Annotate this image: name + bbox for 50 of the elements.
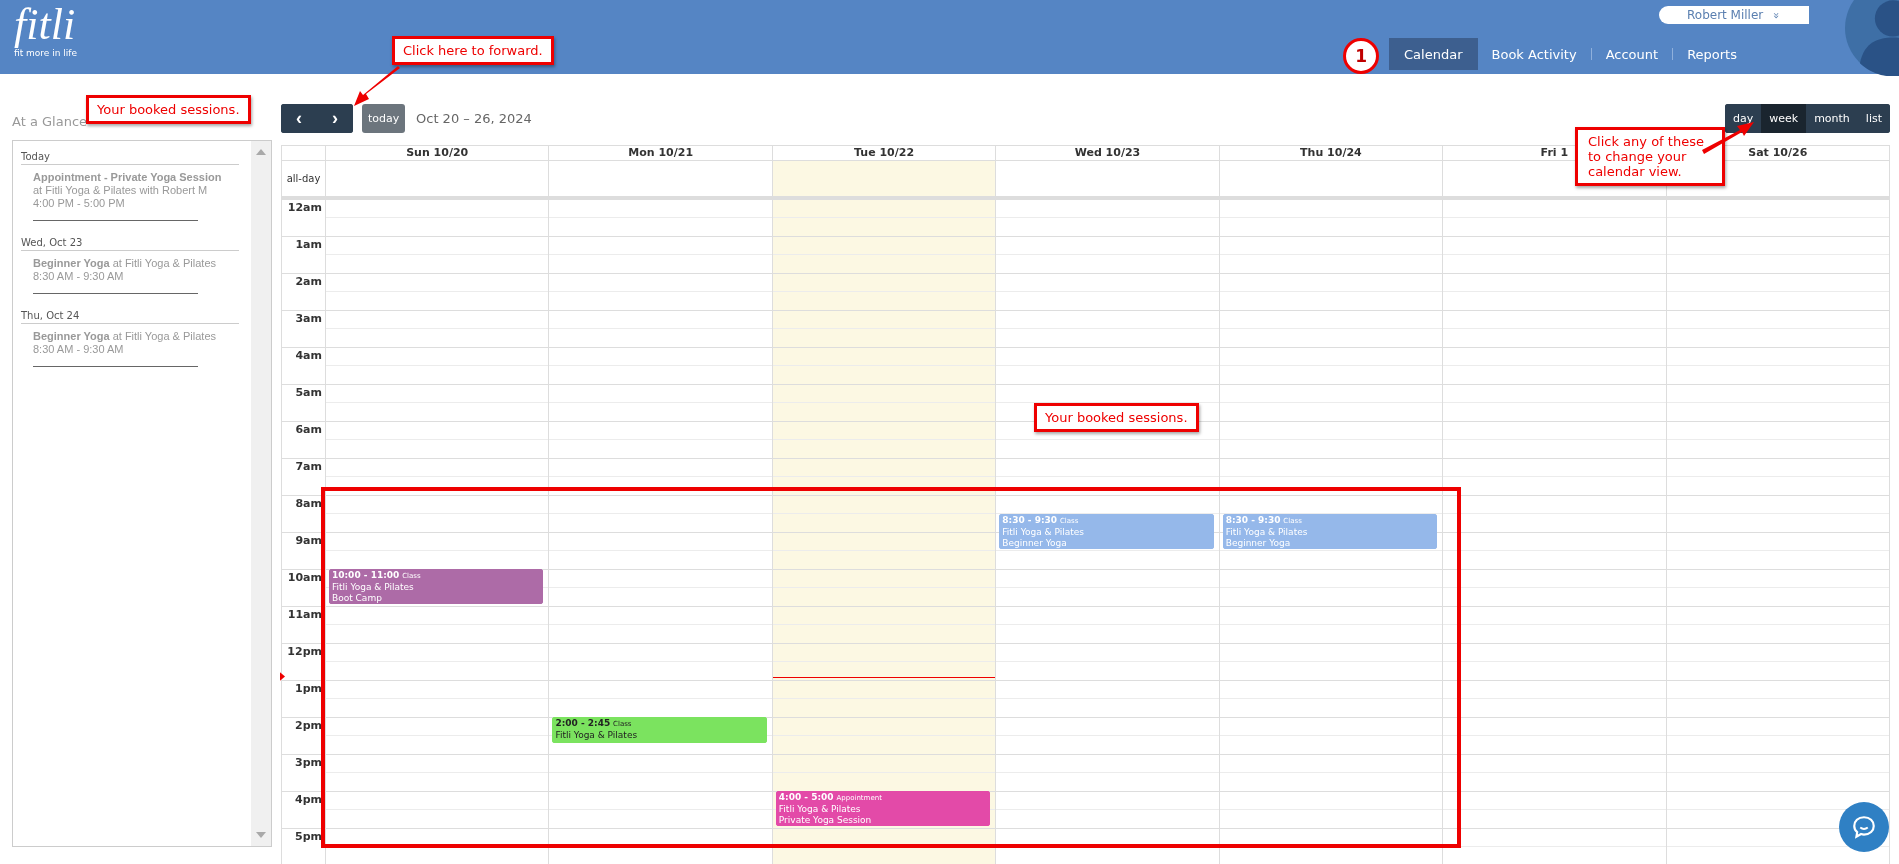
hour-label: 4pm <box>295 793 322 806</box>
hour-label: 10am <box>287 571 322 584</box>
today-button[interactable]: today <box>362 104 405 133</box>
hour-label: 4am <box>295 349 322 362</box>
agenda-entry-time: 8:30 AM - 9:30 AM <box>33 270 124 283</box>
hour-label: 12am <box>287 201 322 214</box>
agenda-entry-title[interactable]: Beginner Yoga at Fitli Yoga & Pilates <box>33 257 216 270</box>
logo-tagline: fit more in life <box>14 48 77 58</box>
user-menu-button[interactable]: Robert Miller » <box>1659 6 1809 24</box>
agenda-date: Today <box>21 151 239 165</box>
day-header: Wed 10/23 <box>995 146 1219 160</box>
step-marker: 1 <box>1343 38 1380 74</box>
callout: Your booked sessions. <box>1034 403 1199 432</box>
hour-label: 9am <box>295 534 322 547</box>
day-header: Tue 10/22 <box>771 146 996 160</box>
hour-label: 5am <box>295 386 322 399</box>
agenda-entry-detail: at Fitli Yoga & Pilates with Robert M <box>33 184 208 197</box>
hour-label: 5pm <box>295 830 322 843</box>
day-header: Mon 10/21 <box>548 146 772 160</box>
day-header: Thu 10/24 <box>1218 146 1443 160</box>
logo[interactable]: fitli <box>14 2 76 48</box>
hour-label: 6am <box>295 423 322 436</box>
hour-label: 2am <box>295 275 322 288</box>
date-range: Oct 20 – 26, 2024 <box>416 111 532 126</box>
agenda-entry-title[interactable]: Appointment - Private Yoga Session <box>33 171 222 184</box>
callout: Your booked sessions. <box>86 95 251 124</box>
nav-tab[interactable]: Reports <box>1673 38 1751 70</box>
view-button[interactable]: week <box>1761 104 1807 133</box>
agenda-date: Wed, Oct 23 <box>21 237 239 251</box>
hour-label: 8am <box>295 497 322 510</box>
hour-label: 3pm <box>295 756 322 769</box>
hour-label: 11am <box>287 608 322 621</box>
hour-label: 7am <box>295 460 322 473</box>
nav-tab[interactable]: Book Activity <box>1477 38 1591 70</box>
all-day-label: all-day <box>286 173 321 184</box>
agenda-entry-title[interactable]: Beginner Yoga at Fitli Yoga & Pilates <box>33 330 216 343</box>
nav-tab[interactable]: Calendar <box>1389 38 1478 70</box>
hour-label: 1am <box>295 238 322 251</box>
hour-label: 3am <box>295 312 322 325</box>
callout: Click here to forward. <box>392 36 554 65</box>
hour-label: 1pm <box>295 682 322 695</box>
sidebar-title: At a Glance <box>12 114 89 131</box>
day-header: Sun 10/20 <box>325 146 549 160</box>
callout: Click any of these to change your calendar view. <box>1575 127 1725 186</box>
nav-tab[interactable]: Account <box>1591 38 1673 70</box>
agenda-entry-time: 4:00 PM - 5:00 PM <box>33 197 125 210</box>
hour-label: 12pm <box>287 645 322 658</box>
agenda-date: Thu, Oct 24 <box>21 310 239 324</box>
agenda-entry-time: 8:30 AM - 9:30 AM <box>33 343 124 356</box>
hour-label: 2pm <box>295 719 322 732</box>
